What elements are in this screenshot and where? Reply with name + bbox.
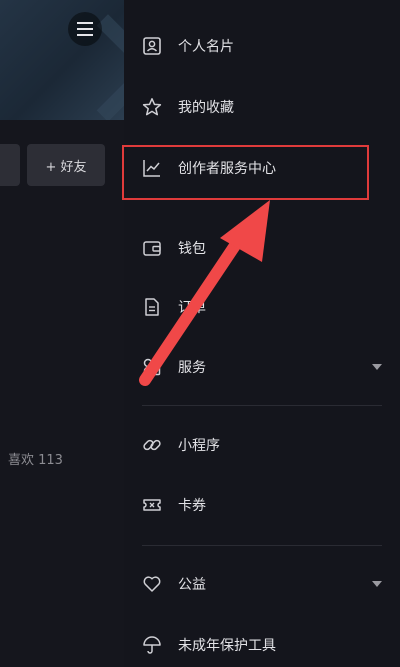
annotation-arrow-icon xyxy=(139,200,270,386)
